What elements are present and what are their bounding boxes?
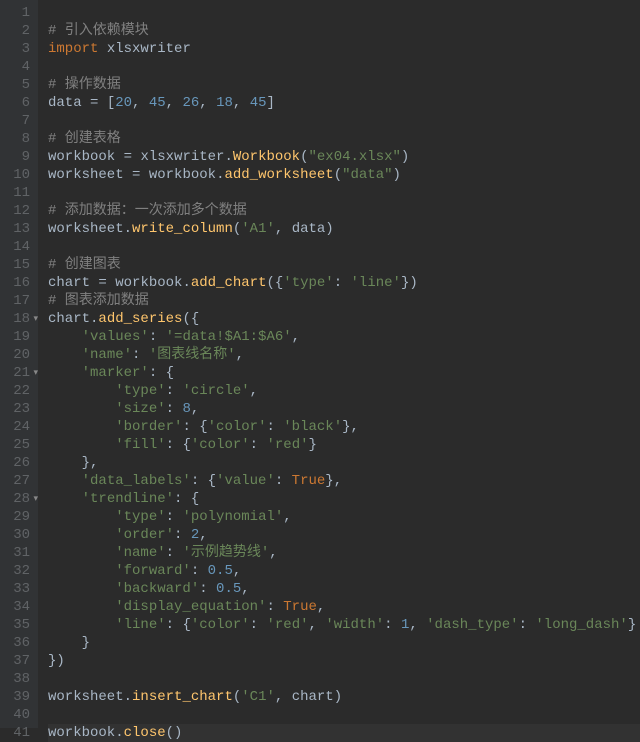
line-number[interactable]: 23 <box>4 400 30 418</box>
code-line[interactable]: } <box>48 634 640 652</box>
line-number[interactable]: 25 <box>4 436 30 454</box>
line-number[interactable]: 41 <box>4 724 30 742</box>
line-number[interactable]: 2 <box>4 22 30 40</box>
code-line[interactable]: # 引入依赖模块 <box>48 22 640 40</box>
code-line[interactable] <box>48 238 640 256</box>
code-line[interactable]: 'display_equation': True, <box>48 598 640 616</box>
code-line[interactable]: # 创建图表 <box>48 256 640 274</box>
code-line[interactable]: worksheet.write_column('A1', data) <box>48 220 640 238</box>
code-line[interactable] <box>48 184 640 202</box>
line-number[interactable]: 18 <box>4 310 30 328</box>
code-line[interactable]: workbook = xlsxwriter.Workbook("ex04.xls… <box>48 148 640 166</box>
code-line[interactable]: worksheet.insert_chart('C1', chart) <box>48 688 640 706</box>
code-line[interactable]: 'line': {'color': 'red', 'width': 1, 'da… <box>48 616 640 634</box>
code-line[interactable]: worksheet = workbook.add_worksheet("data… <box>48 166 640 184</box>
code-editor[interactable]: 1234567891011121314151617181920212223242… <box>0 0 640 728</box>
line-number[interactable]: 16 <box>4 274 30 292</box>
code-line[interactable] <box>48 112 640 130</box>
code-line[interactable]: 'values': '=data!$A1:$A6', <box>48 328 640 346</box>
code-line[interactable]: 'size': 8, <box>48 400 640 418</box>
line-number[interactable]: 11 <box>4 184 30 202</box>
code-line[interactable] <box>48 4 640 22</box>
code-line[interactable]: 'type': 'circle', <box>48 382 640 400</box>
line-number[interactable]: 10 <box>4 166 30 184</box>
code-line[interactable]: # 创建表格 <box>48 130 640 148</box>
code-line[interactable]: }) <box>48 652 640 670</box>
line-number[interactable]: 1 <box>4 4 30 22</box>
line-number[interactable]: 28 <box>4 490 30 508</box>
line-number[interactable]: 36 <box>4 634 30 652</box>
line-number[interactable]: 35 <box>4 616 30 634</box>
code-line[interactable]: 'order': 2, <box>48 526 640 544</box>
line-number[interactable]: 19 <box>4 328 30 346</box>
line-number[interactable]: 5 <box>4 76 30 94</box>
line-number[interactable]: 21 <box>4 364 30 382</box>
line-number[interactable]: 15 <box>4 256 30 274</box>
code-line[interactable] <box>48 706 640 724</box>
code-line[interactable]: chart = workbook.add_chart({'type': 'lin… <box>48 274 640 292</box>
line-number[interactable]: 27 <box>4 472 30 490</box>
code-line[interactable]: 'name': '图表线名称', <box>48 346 640 364</box>
code-line[interactable]: 'name': '示例趋势线', <box>48 544 640 562</box>
line-number[interactable]: 17 <box>4 292 30 310</box>
code-line[interactable] <box>48 58 640 76</box>
code-line[interactable]: 'border': {'color': 'black'}, <box>48 418 640 436</box>
code-line[interactable]: workbook.close() <box>48 724 640 742</box>
line-number[interactable]: 29 <box>4 508 30 526</box>
line-number[interactable]: 37 <box>4 652 30 670</box>
line-number[interactable]: 26 <box>4 454 30 472</box>
code-line[interactable]: 'marker': { <box>48 364 640 382</box>
line-number-gutter[interactable]: 1234567891011121314151617181920212223242… <box>0 0 38 728</box>
line-number[interactable]: 30 <box>4 526 30 544</box>
line-number[interactable]: 24 <box>4 418 30 436</box>
code-line[interactable]: chart.add_series({ <box>48 310 640 328</box>
line-number[interactable]: 39 <box>4 688 30 706</box>
code-line[interactable]: # 操作数据 <box>48 76 640 94</box>
line-number[interactable]: 7 <box>4 112 30 130</box>
code-line[interactable] <box>48 670 640 688</box>
line-number[interactable]: 14 <box>4 238 30 256</box>
code-area[interactable]: # 引入依赖模块import xlsxwriter # 操作数据data = [… <box>38 0 640 728</box>
line-number[interactable]: 20 <box>4 346 30 364</box>
code-line[interactable]: # 图表添加数据 <box>48 292 640 310</box>
line-number[interactable]: 6 <box>4 94 30 112</box>
code-line[interactable]: 'forward': 0.5, <box>48 562 640 580</box>
line-number[interactable]: 12 <box>4 202 30 220</box>
code-line[interactable]: 'trendline': { <box>48 490 640 508</box>
code-line[interactable]: data = [20, 45, 26, 18, 45] <box>48 94 640 112</box>
line-number[interactable]: 4 <box>4 58 30 76</box>
code-line[interactable]: # 添加数据：一次添加多个数据 <box>48 202 640 220</box>
line-number[interactable]: 3 <box>4 40 30 58</box>
line-number[interactable]: 31 <box>4 544 30 562</box>
code-line[interactable]: import xlsxwriter <box>48 40 640 58</box>
line-number[interactable]: 38 <box>4 670 30 688</box>
code-line[interactable]: 'type': 'polynomial', <box>48 508 640 526</box>
line-number[interactable]: 33 <box>4 580 30 598</box>
code-line[interactable]: }, <box>48 454 640 472</box>
line-number[interactable]: 13 <box>4 220 30 238</box>
code-line[interactable]: 'backward': 0.5, <box>48 580 640 598</box>
line-number[interactable]: 22 <box>4 382 30 400</box>
code-line[interactable]: 'fill': {'color': 'red'} <box>48 436 640 454</box>
line-number[interactable]: 8 <box>4 130 30 148</box>
code-line[interactable]: 'data_labels': {'value': True}, <box>48 472 640 490</box>
line-number[interactable]: 34 <box>4 598 30 616</box>
line-number[interactable]: 9 <box>4 148 30 166</box>
line-number[interactable]: 40 <box>4 706 30 724</box>
line-number[interactable]: 32 <box>4 562 30 580</box>
